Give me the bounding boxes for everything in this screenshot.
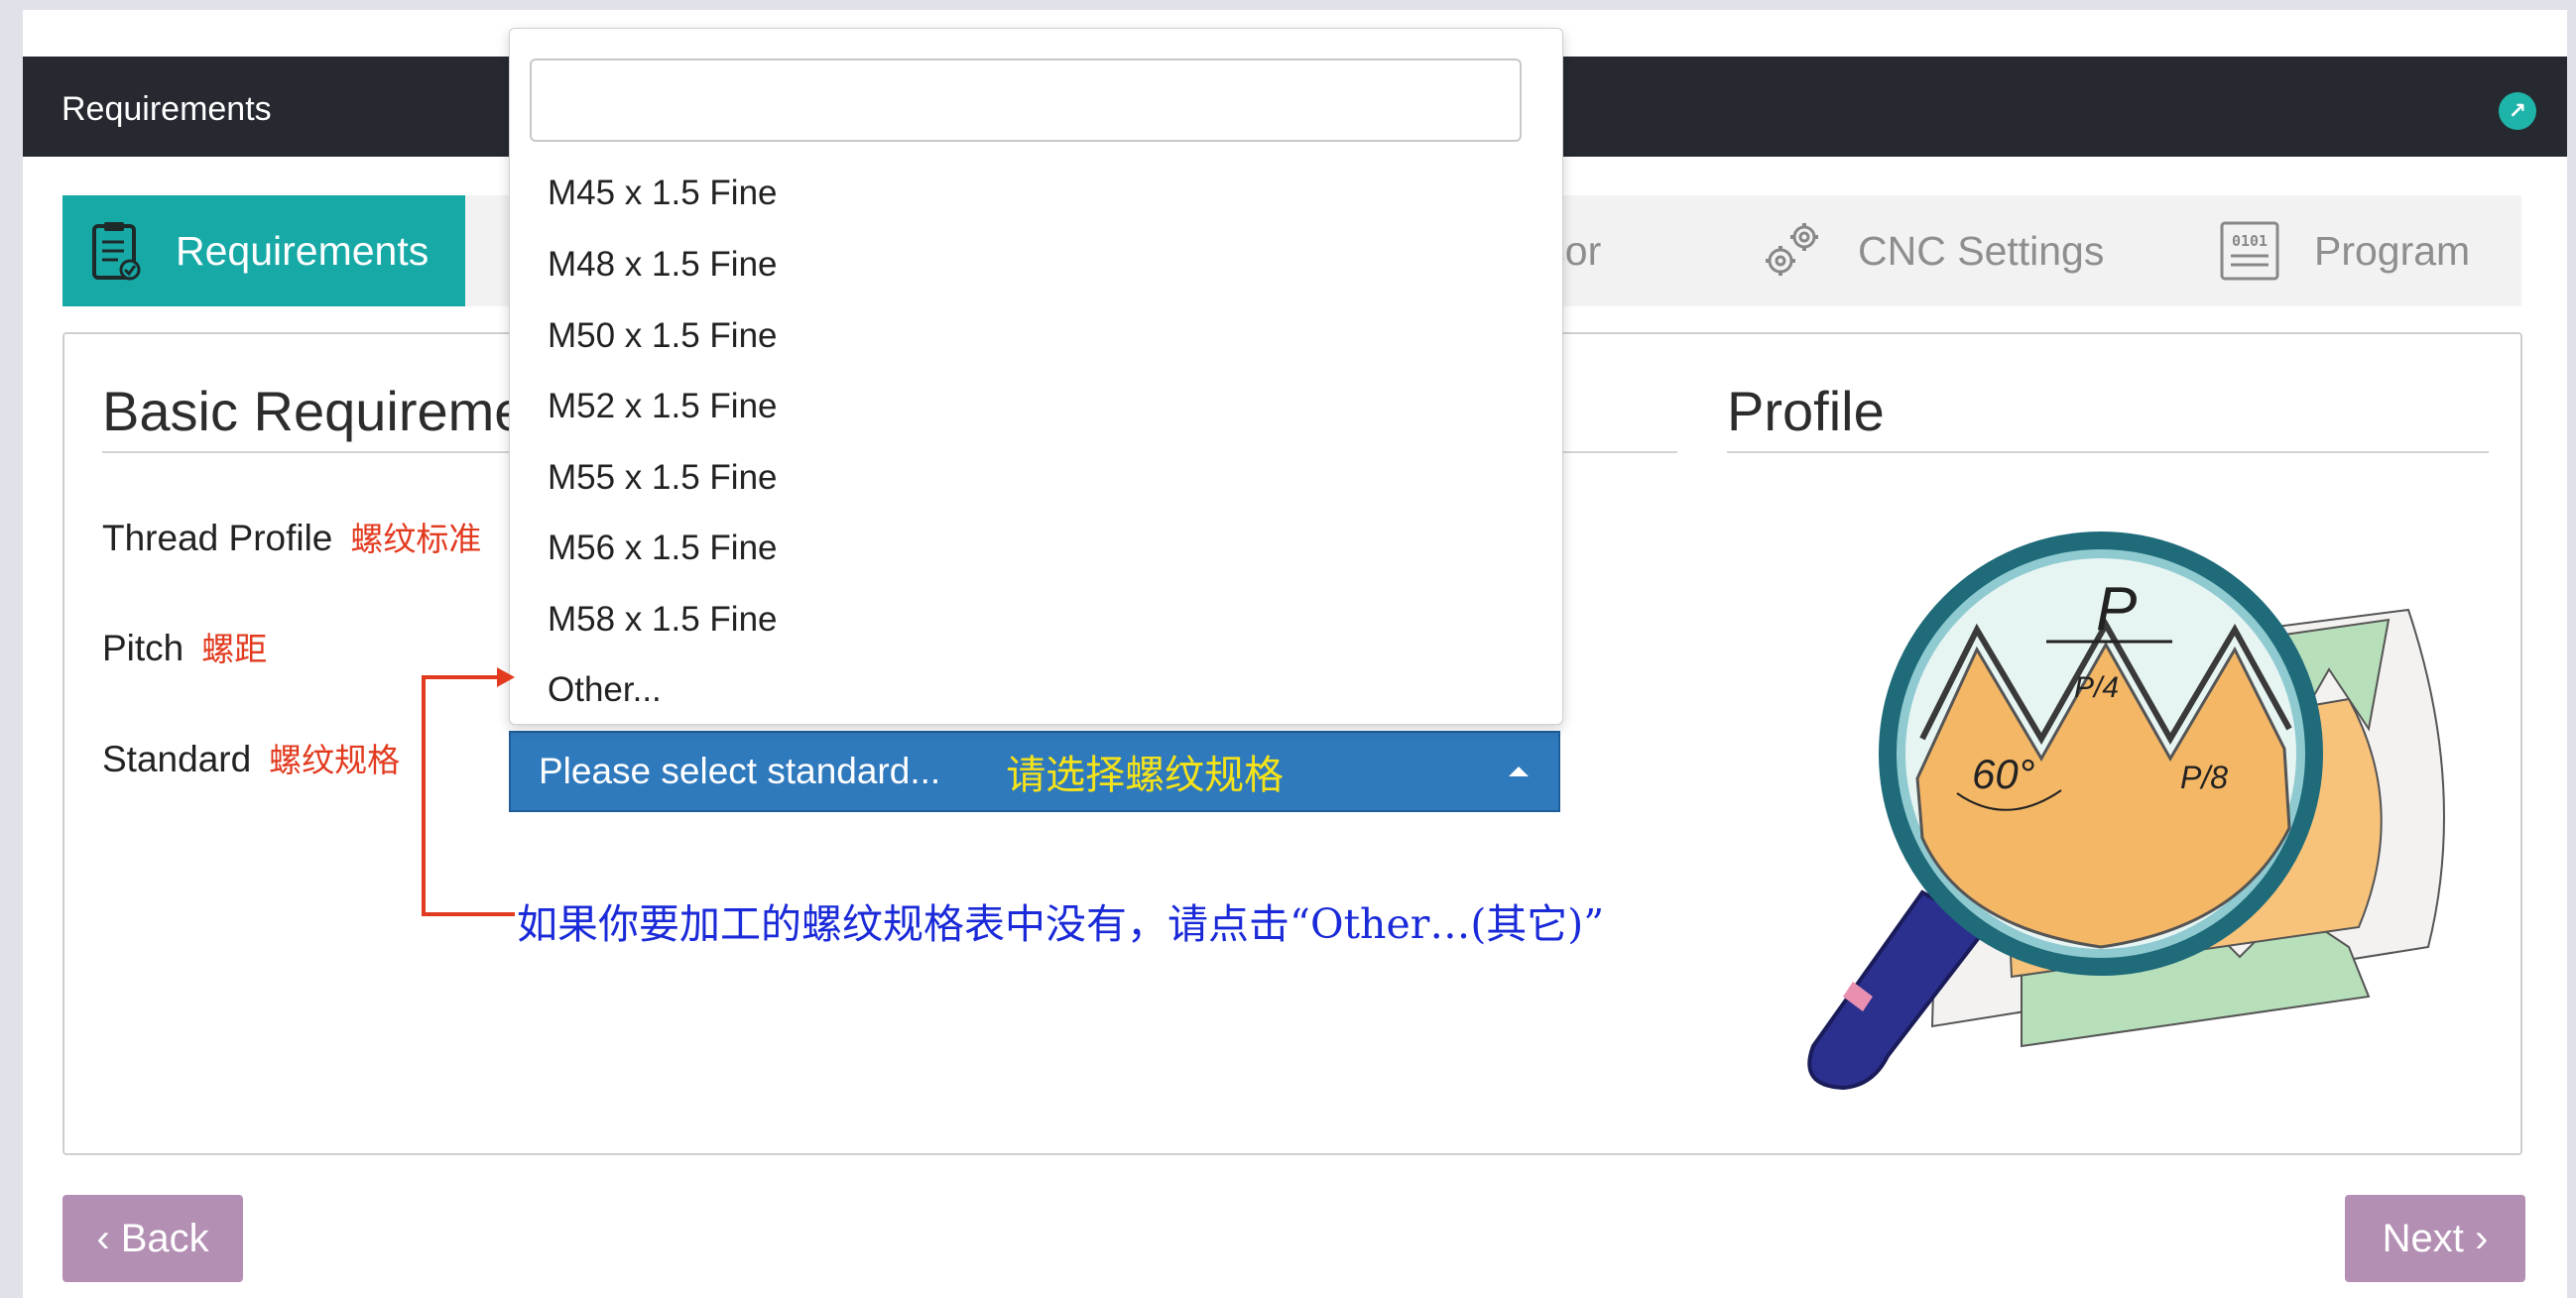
next-button[interactable]: Next › — [2345, 1195, 2525, 1282]
pitch-eighth-label: P/8 — [2180, 760, 2228, 795]
pitch-label-p: P — [2096, 575, 2137, 644]
angle-label: 60° — [1972, 751, 2035, 797]
annotation-text: 如果你要加工的螺纹规格表中没有，请点击“Other…(其它)” — [517, 900, 1605, 948]
pitch-quarter-label: P/4 — [2074, 671, 2119, 704]
app-window: Requirements ↗ Requirements CNC Settings… — [23, 10, 2567, 1298]
thread-profile-illustration: P P/4 60° P/8 — [1807, 531, 2445, 1091]
back-button[interactable]: ‹ Back — [62, 1195, 243, 1282]
